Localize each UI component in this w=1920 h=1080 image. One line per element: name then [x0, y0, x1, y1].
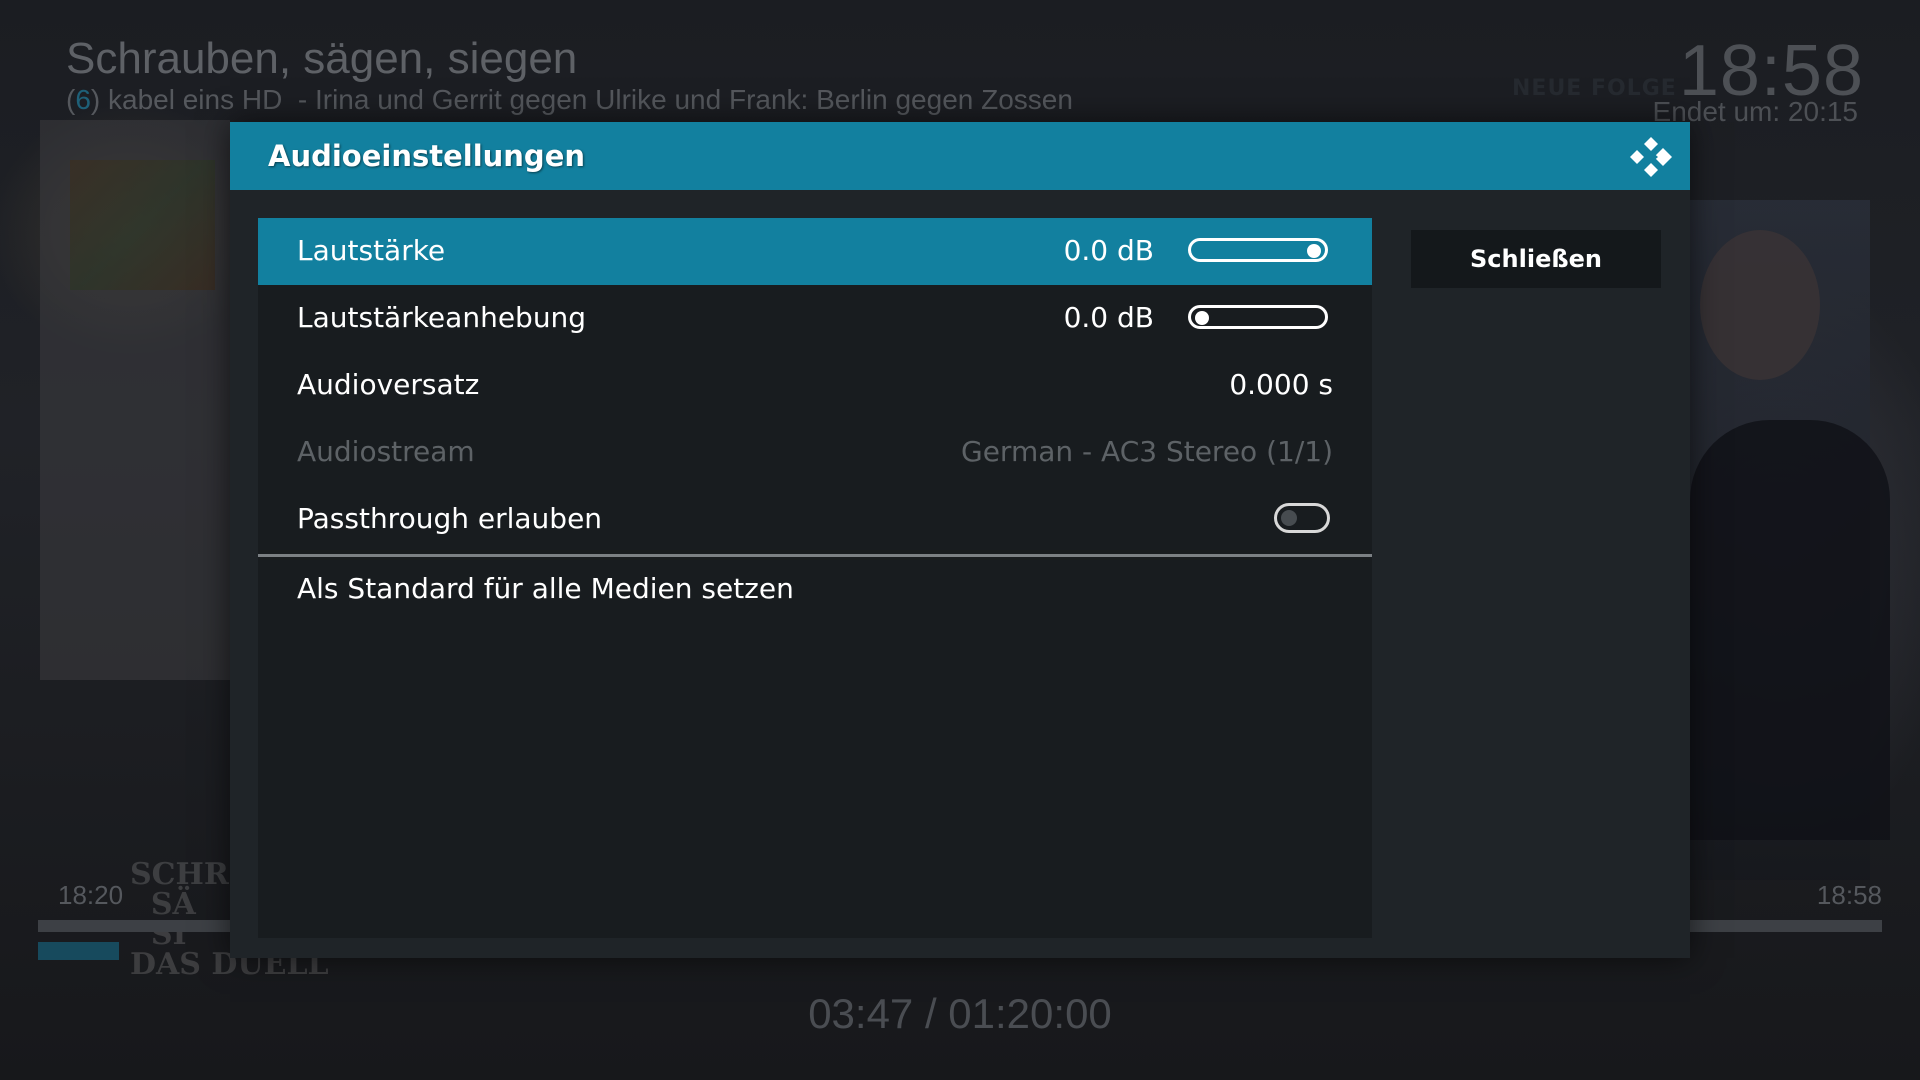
amplification-slider[interactable] — [1188, 305, 1328, 329]
close-button[interactable]: Schließen — [1411, 230, 1661, 288]
audio-settings-dialog: Audioeinstellungen Lautstärke 0.0 dB Lau… — [230, 122, 1690, 958]
video-person-body — [1690, 420, 1890, 840]
channel-name: ) kabel eins HD — [90, 84, 283, 115]
video-painting — [70, 160, 215, 290]
setting-label: Audioversatz — [297, 368, 480, 401]
set-as-default-label: Als Standard für alle Medien setzen — [297, 572, 794, 605]
dialog-header: Audioeinstellungen — [230, 122, 1690, 190]
setting-label: Passthrough erlauben — [297, 502, 603, 535]
setting-volume[interactable]: Lautstärke 0.0 dB — [258, 218, 1372, 285]
setting-passthrough[interactable]: Passthrough erlauben — [258, 486, 1372, 553]
playback-time: 03:47 / 01:20:00 — [808, 990, 1112, 1037]
setting-label: Lautstärkeanhebung — [297, 301, 587, 334]
setting-label: Audiostream — [297, 435, 475, 468]
setting-audio-offset[interactable]: Audioversatz 0.000 s — [258, 352, 1372, 419]
channel-number: 6 — [75, 84, 91, 115]
setting-value: 0.0 dB — [1063, 301, 1154, 334]
dialog-title: Audioeinstellungen — [268, 139, 586, 173]
setting-label: Lautstärke — [297, 234, 446, 267]
program-start-time: 18:20 — [58, 880, 124, 910]
video-person — [1700, 230, 1820, 380]
setting-volume-amplification[interactable]: Lautstärkeanhebung 0.0 dB — [258, 285, 1372, 352]
toggle-knob — [1281, 510, 1297, 526]
channel-paren: ( — [66, 84, 76, 115]
slider-knob[interactable] — [1307, 244, 1321, 258]
playback-progress-fill — [38, 942, 120, 960]
settings-list: Lautstärke 0.0 dB Lautstärkeanhebung 0.0… — [258, 218, 1372, 938]
setting-value: 0.000 s — [1229, 368, 1333, 401]
fullscreen-player: SCHR SÄ SI DAS DUELL Schrauben, sägen, si… — [0, 0, 1920, 1080]
setting-audio-stream[interactable]: Audiostream German - AC3 Stereo (1/1) — [258, 419, 1372, 486]
channel-and-episode: (6) kabel eins HD - Irina und Gerrit geg… — [66, 84, 1073, 116]
set-as-default-button[interactable]: Als Standard für alle Medien setzen — [258, 556, 1372, 623]
kodi-logo-icon — [1630, 137, 1672, 177]
volume-slider[interactable] — [1188, 238, 1328, 262]
osd-info-bar: Schrauben, sägen, siegen (6) kabel eins … — [0, 0, 1920, 130]
show-title: Schrauben, sägen, siegen — [66, 34, 578, 83]
setting-value: 0.0 dB — [1063, 234, 1154, 267]
episode-title: - Irina und Gerrit gegen Ulrike und Fran… — [297, 84, 1073, 115]
program-current-time: 18:58 — [1816, 880, 1882, 910]
passthrough-toggle[interactable] — [1274, 503, 1330, 533]
slider-knob[interactable] — [1195, 311, 1209, 325]
setting-value: German - AC3 Stereo (1/1) — [961, 435, 1333, 468]
